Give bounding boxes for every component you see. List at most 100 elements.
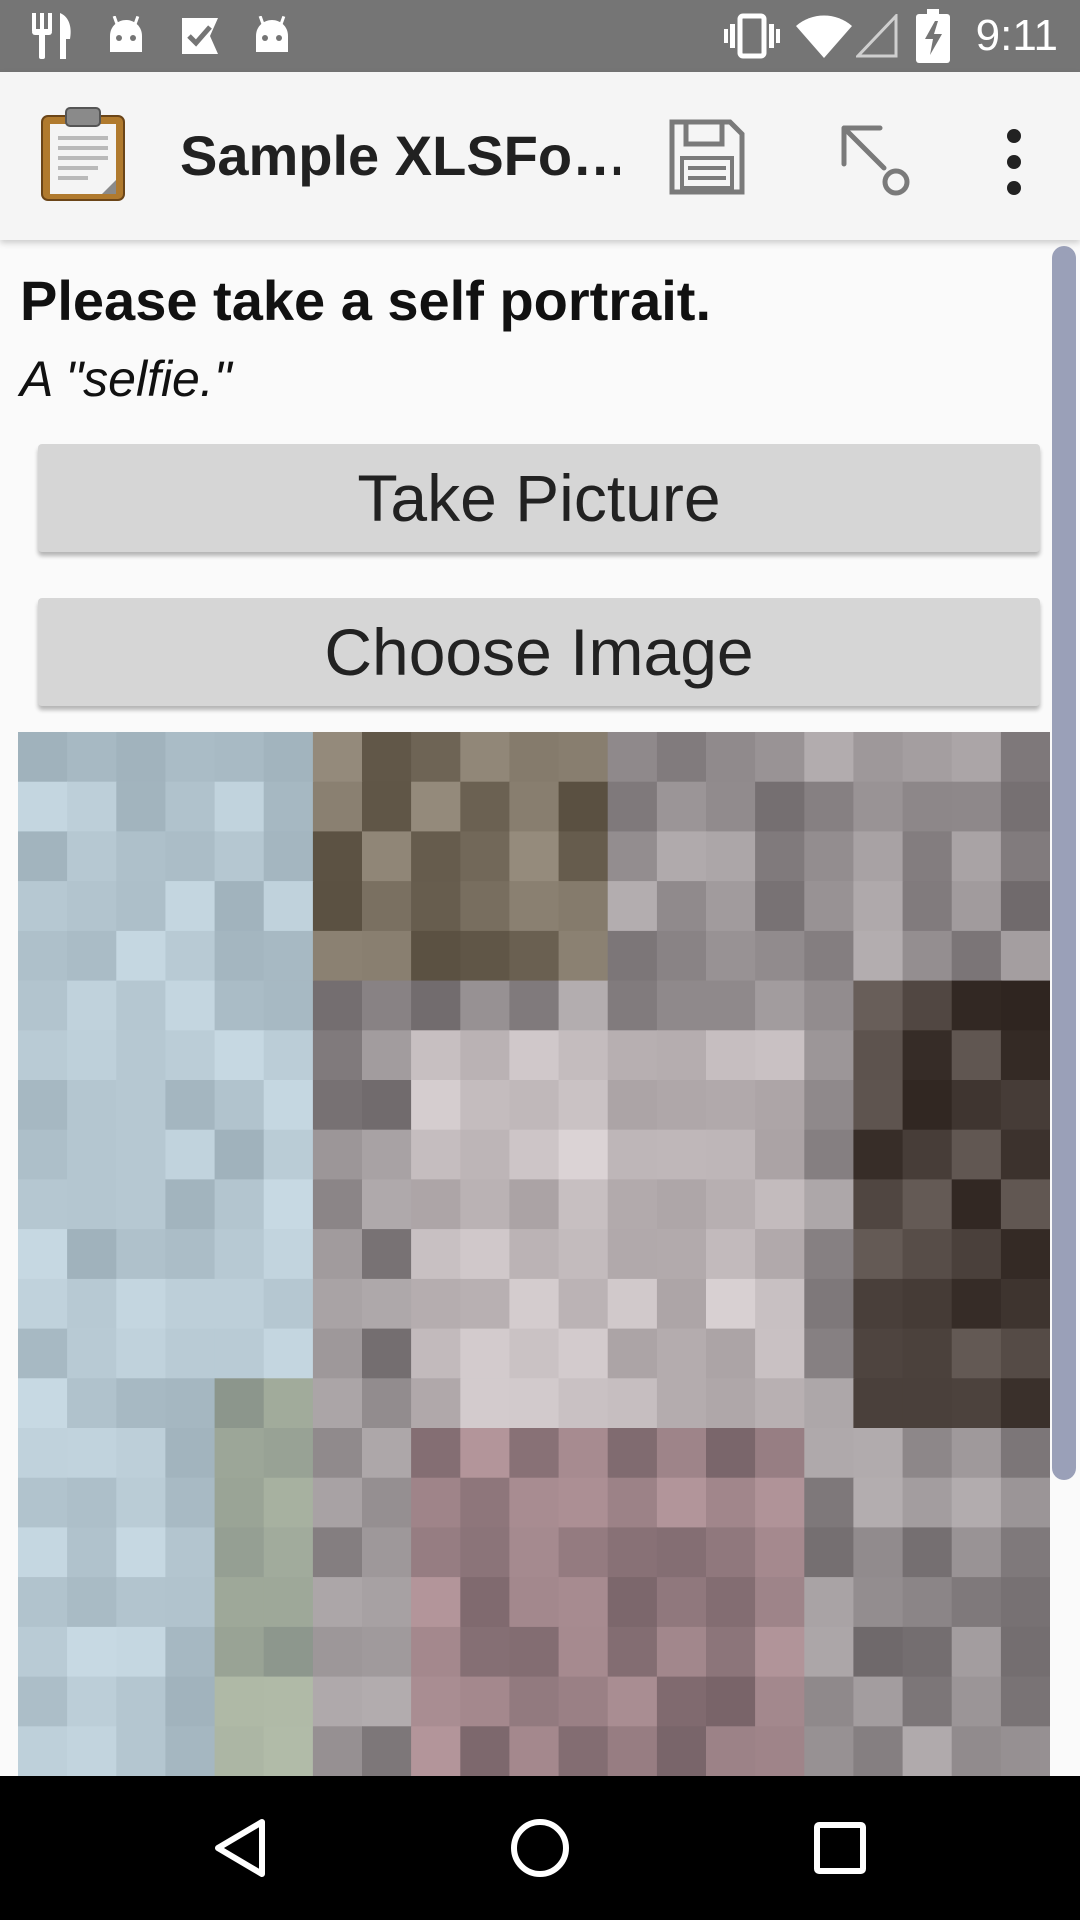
- image-pixel: [1000, 1378, 1050, 1429]
- image-pixel: [804, 980, 855, 1032]
- image-pixel: [804, 1726, 855, 1776]
- image-pixel: [706, 1378, 757, 1429]
- save-icon[interactable]: [668, 118, 746, 196]
- form-content[interactable]: Please take a self portrait. A "selfie."…: [0, 240, 1080, 1776]
- image-pixel: [902, 1477, 953, 1529]
- back-icon[interactable]: [200, 1776, 280, 1920]
- image-pixel: [116, 1129, 167, 1181]
- image-pixel: [951, 1527, 1002, 1579]
- image-pixel: [755, 1328, 806, 1380]
- image-pixel: [116, 881, 167, 932]
- image-pixel: [312, 1229, 363, 1280]
- image-pixel: [902, 881, 953, 932]
- image-pixel: [116, 1577, 167, 1628]
- image-pixel: [902, 1726, 953, 1776]
- image-pixel: [460, 881, 511, 932]
- image-pixel: [951, 980, 1002, 1032]
- image-pixel: [312, 1527, 363, 1579]
- image-pixel: [1000, 1229, 1050, 1280]
- image-pixel: [67, 1229, 118, 1280]
- image-pixel: [656, 781, 707, 833]
- image-pixel: [67, 781, 118, 833]
- overflow-menu-icon[interactable]: [990, 124, 1040, 200]
- image-pixel: [263, 1080, 314, 1131]
- take-picture-button[interactable]: Take Picture: [38, 444, 1040, 552]
- image-pixel: [116, 1726, 167, 1776]
- image-pixel: [558, 1278, 609, 1330]
- image-pixel: [853, 1726, 904, 1776]
- image-pixel: [460, 1129, 511, 1181]
- android-icon: [252, 0, 292, 72]
- app-bar: Sample XLSFo…: [0, 72, 1080, 240]
- image-pixel: [755, 881, 806, 932]
- image-pixel: [607, 1626, 658, 1678]
- image-pixel: [1000, 1179, 1050, 1231]
- image-pixel: [853, 1626, 904, 1678]
- image-pixel: [214, 930, 265, 982]
- image-pixel: [165, 1378, 216, 1429]
- image-pixel: [362, 1080, 413, 1131]
- image-pixel: [558, 1477, 609, 1529]
- scrollbar[interactable]: [1052, 246, 1076, 1480]
- image-pixel: [67, 1278, 118, 1330]
- recents-icon[interactable]: [800, 1776, 880, 1920]
- image-pixel: [509, 1129, 560, 1181]
- image-pixel: [706, 980, 757, 1032]
- image-pixel: [362, 1477, 413, 1529]
- image-pixel: [607, 831, 658, 883]
- image-pixel: [18, 1179, 69, 1231]
- image-pixel: [558, 1378, 609, 1429]
- image-pixel: [411, 1229, 462, 1280]
- image-pixel: [853, 1527, 904, 1579]
- image-pixel: [411, 1179, 462, 1231]
- image-pixel: [460, 1527, 511, 1579]
- image-pixel: [18, 1378, 69, 1429]
- image-pixel: [18, 1676, 69, 1728]
- home-icon[interactable]: [500, 1776, 580, 1920]
- image-pixel: [460, 1328, 511, 1380]
- image-pixel: [460, 980, 511, 1032]
- image-pixel: [312, 781, 363, 833]
- battery-charging-icon: [916, 0, 950, 72]
- image-pixel: [755, 1080, 806, 1131]
- image-pixel: [853, 930, 904, 982]
- image-pixel: [558, 781, 609, 833]
- image-pixel: [116, 1676, 167, 1728]
- image-pixel: [411, 1428, 462, 1479]
- status-time: 9:11: [975, 11, 1058, 60]
- image-pixel: [411, 1676, 462, 1728]
- image-pixel: [460, 831, 511, 883]
- image-pixel: [411, 831, 462, 883]
- image-pixel: [656, 1676, 707, 1728]
- image-pixel: [607, 1577, 658, 1628]
- image-pixel: [18, 1030, 69, 1081]
- image-pixel: [656, 1229, 707, 1280]
- image-pixel: [214, 1726, 265, 1776]
- image-pixel: [804, 1328, 855, 1380]
- image-pixel: [165, 1676, 216, 1728]
- image-pixel: [804, 1428, 855, 1479]
- image-pixel: [558, 1726, 609, 1776]
- image-pixel: [509, 881, 560, 932]
- image-pixel: [853, 1428, 904, 1479]
- image-pixel: [67, 1428, 118, 1479]
- choose-image-button[interactable]: Choose Image: [38, 598, 1040, 706]
- image-pixel: [67, 1726, 118, 1776]
- image-pixel: [460, 1577, 511, 1628]
- android-icon: [106, 0, 146, 72]
- image-pixel: [607, 881, 658, 932]
- image-pixel: [67, 1626, 118, 1678]
- image-pixel: [951, 1080, 1002, 1131]
- image-pixel: [263, 1179, 314, 1231]
- image-pixel: [165, 831, 216, 883]
- image-pixel: [165, 1726, 216, 1776]
- image-pixel: [214, 1577, 265, 1628]
- image-pixel: [951, 881, 1002, 932]
- image-pixel: [214, 1030, 265, 1081]
- go-to-icon[interactable]: [840, 120, 920, 200]
- image-pixel: [1000, 1527, 1050, 1579]
- image-pixel: [214, 1676, 265, 1728]
- image-pixel: [263, 1328, 314, 1380]
- image-pixel: [18, 881, 69, 932]
- image-pixel: [607, 980, 658, 1032]
